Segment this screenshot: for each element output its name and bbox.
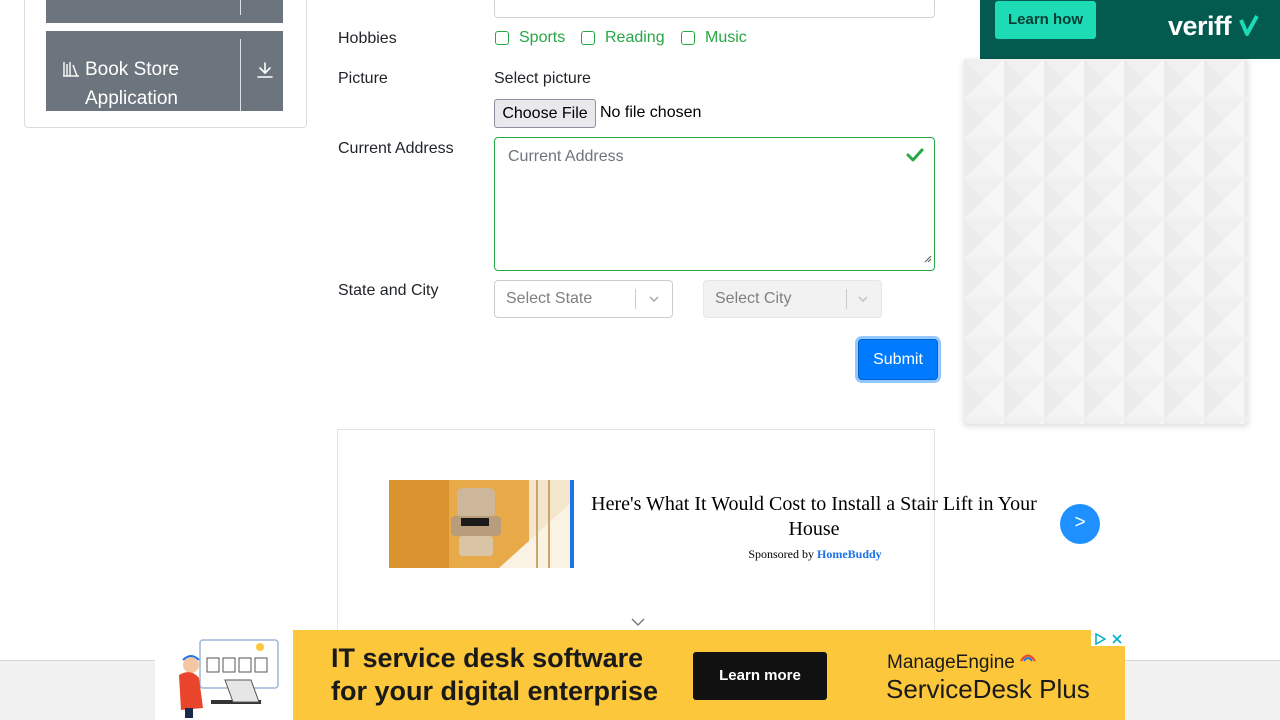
choose-file-button[interactable]: Choose File bbox=[494, 99, 596, 128]
veriff-logo: veriff bbox=[1168, 11, 1260, 42]
state-placeholder: Select State bbox=[506, 290, 593, 307]
ad-image[interactable] bbox=[389, 480, 574, 568]
hobby-music-label[interactable]: Music bbox=[705, 29, 747, 47]
veriff-brand-text: veriff bbox=[1168, 11, 1232, 41]
valid-check-icon bbox=[906, 148, 924, 167]
city-select[interactable]: Select City bbox=[703, 280, 882, 318]
learn-how-button[interactable]: Learn how bbox=[995, 1, 1096, 39]
chevron-down-icon[interactable] bbox=[647, 292, 661, 311]
hobbies-label: Hobbies bbox=[338, 30, 397, 47]
select-separator bbox=[846, 289, 847, 309]
city-placeholder: Select City bbox=[715, 290, 792, 307]
adchoices-icon[interactable] bbox=[1094, 632, 1107, 650]
sidebar-item-divider bbox=[240, 39, 241, 111]
state-city-label: State and City bbox=[338, 282, 439, 299]
close-icon[interactable] bbox=[1111, 632, 1123, 650]
sidebar-item-book-store[interactable]: Book Store Application bbox=[46, 31, 283, 111]
hobby-reading-checkbox[interactable] bbox=[581, 31, 595, 45]
sidebar-item-divider bbox=[240, 0, 241, 15]
subjects-input[interactable] bbox=[494, 0, 935, 18]
support-agent-illustration bbox=[155, 630, 293, 720]
manageengine-logo: ManageEngine bbox=[887, 652, 1036, 674]
picture-hint: Select picture bbox=[494, 70, 591, 87]
ad-next-button[interactable]: > bbox=[1060, 504, 1100, 544]
learn-more-button[interactable]: Learn more bbox=[693, 652, 827, 700]
banner-headline-line-2: for your digital enterprise bbox=[331, 676, 659, 706]
resize-grip-icon[interactable] bbox=[924, 250, 932, 268]
sidebar-item-label: Book Store Application bbox=[85, 59, 179, 109]
bottom-banner-ad[interactable]: IT service desk software for your digita… bbox=[155, 630, 1125, 720]
hobby-sports-checkbox[interactable] bbox=[495, 31, 509, 45]
current-address-textarea[interactable]: Current Address bbox=[494, 137, 935, 271]
sponsor-name[interactable]: HomeBuddy bbox=[817, 547, 882, 561]
banner-headline: IT service desk software for your digita… bbox=[331, 642, 658, 708]
ad-pattern-panel bbox=[964, 59, 1248, 424]
sidebar-item-previous[interactable] bbox=[46, 0, 283, 23]
select-separator bbox=[635, 289, 636, 309]
submit-button[interactable]: Submit bbox=[858, 339, 938, 380]
file-status: No file chosen bbox=[600, 104, 702, 121]
download-icon[interactable] bbox=[256, 61, 274, 84]
chevron-down-icon[interactable] bbox=[856, 292, 870, 311]
sponsored-by-text: Sponsored by bbox=[748, 547, 814, 561]
books-icon bbox=[62, 61, 80, 82]
ad-headline[interactable]: Here's What It Would Cost to Install a S… bbox=[588, 492, 1040, 542]
hobby-reading-label[interactable]: Reading bbox=[605, 29, 665, 47]
hobby-sports-label[interactable]: Sports bbox=[519, 29, 565, 47]
brand-line-1: ManageEngine bbox=[887, 652, 1015, 673]
current-address-placeholder: Current Address bbox=[508, 148, 624, 165]
servicedesk-plus-logo: ServiceDesk Plus bbox=[886, 674, 1090, 704]
banner-headline-line-1: IT service desk software bbox=[331, 643, 644, 673]
adchoices-controls[interactable] bbox=[1091, 630, 1125, 646]
current-address-label: Current Address bbox=[338, 140, 454, 157]
state-select[interactable]: Select State bbox=[494, 280, 673, 318]
hobby-music-checkbox[interactable] bbox=[681, 31, 695, 45]
picture-label: Picture bbox=[338, 70, 388, 87]
ad-sponsor-line: Sponsored by HomeBuddy bbox=[700, 547, 930, 562]
